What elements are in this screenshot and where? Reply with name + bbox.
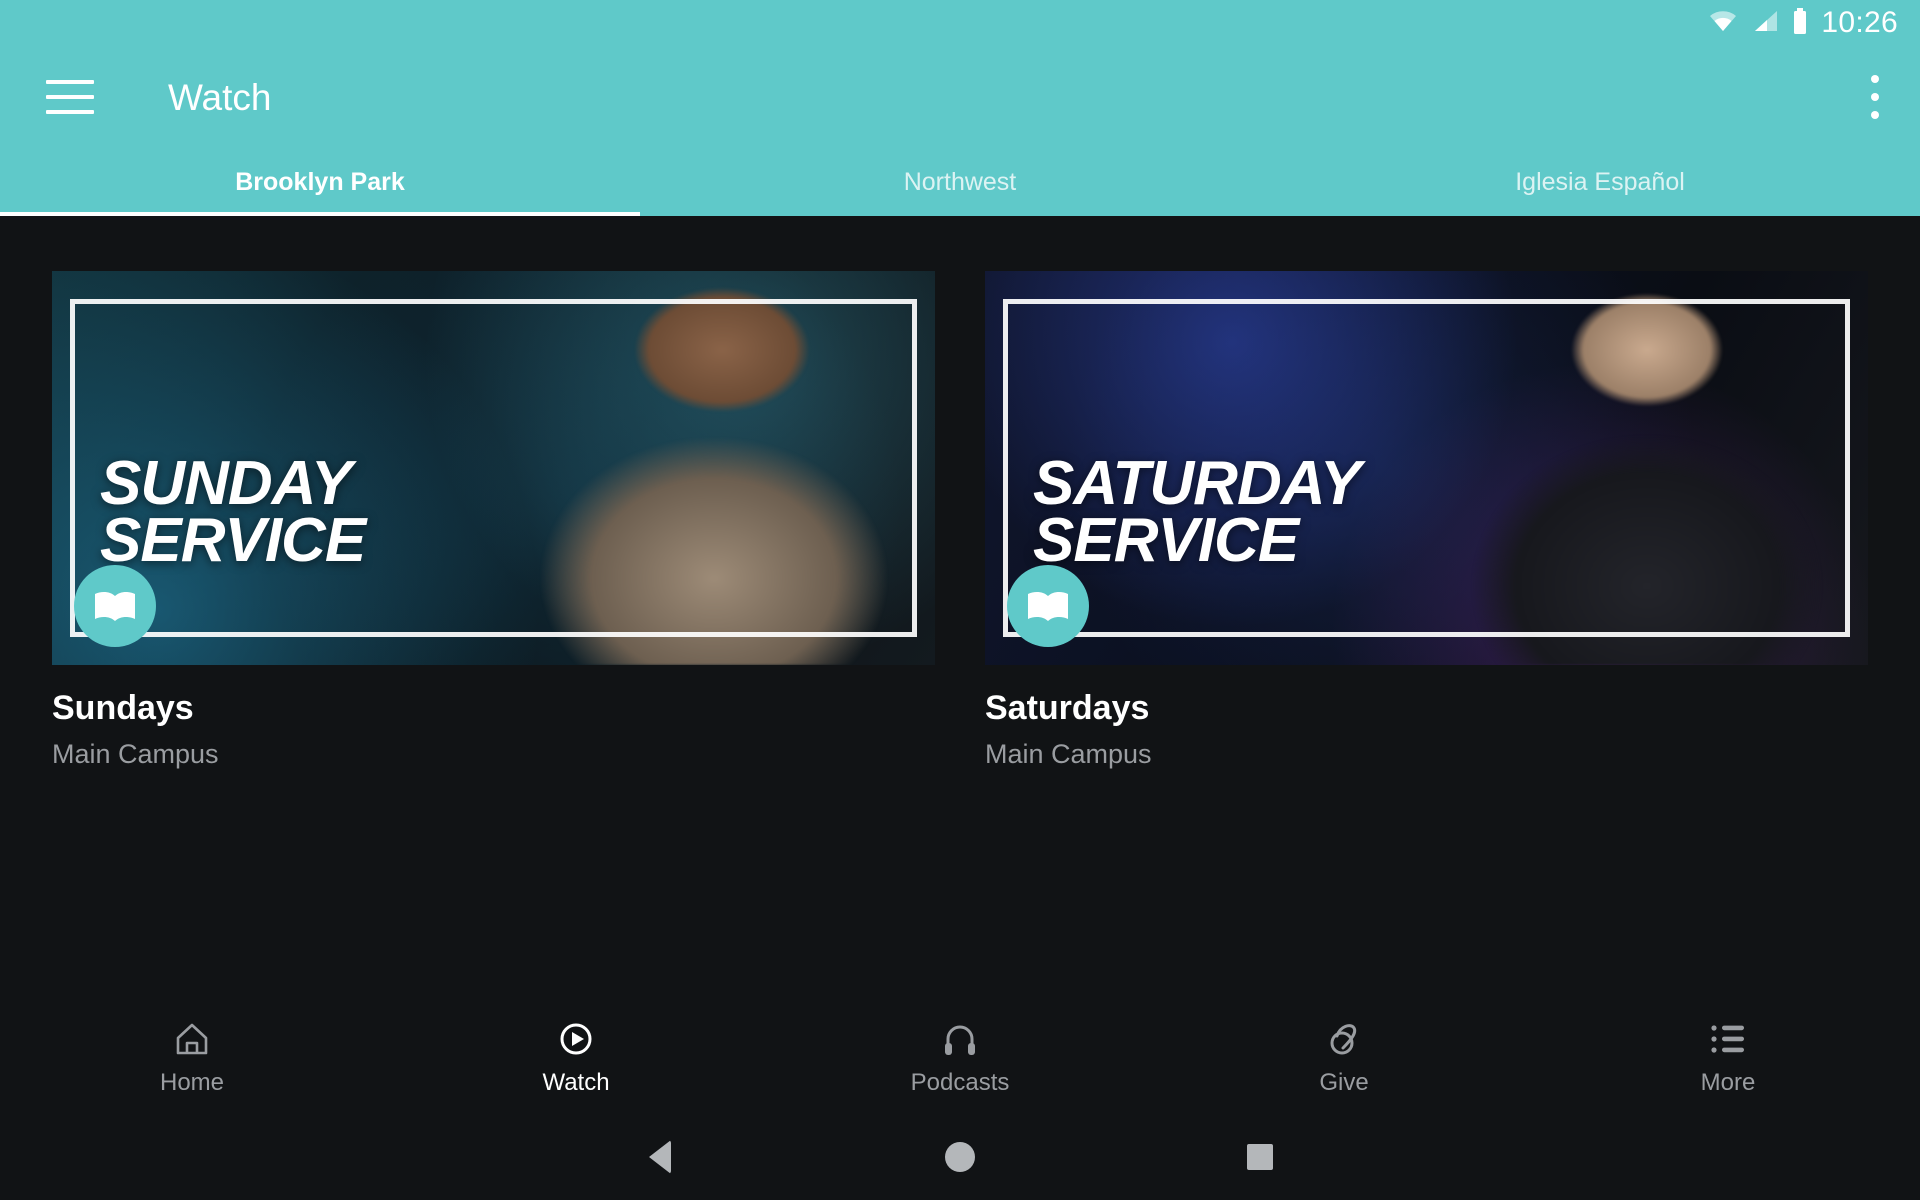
system-recents-button[interactable]	[1110, 1144, 1410, 1170]
nav-item-podcasts[interactable]: Podcasts	[768, 1018, 1152, 1095]
list-bullets-icon	[1708, 1018, 1748, 1060]
nav-item-label: Home	[159, 1068, 225, 1096]
nav-item-label: Watch	[542, 1068, 610, 1096]
nav-item-watch[interactable]: Watch	[384, 1018, 768, 1095]
bottom-navigation-bar: Home Watch Podcasts Give More	[0, 998, 1920, 1114]
tab-label: Northwest	[903, 167, 1017, 196]
headphones-icon	[940, 1018, 980, 1060]
video-thumbnail[interactable]: SATURDAY SERVICE	[985, 271, 1868, 665]
page-title: Watch	[168, 76, 272, 118]
video-card-sundays[interactable]: SUNDAY SERVICE Sundays Main Campus	[52, 271, 935, 768]
tab-label: Brooklyn Park	[235, 167, 405, 196]
nav-item-label: Give	[1319, 1068, 1369, 1096]
house-icon	[172, 1018, 212, 1060]
card-subtitle: Main Campus	[985, 739, 1152, 769]
overflow-menu-icon[interactable]	[1870, 75, 1880, 119]
card-title: Sundays	[52, 689, 194, 727]
open-book-icon	[74, 565, 156, 647]
android-system-navigation-bar	[0, 1114, 1920, 1200]
status-bar-clock: 10:26	[1821, 6, 1898, 39]
system-home-button[interactable]	[810, 1142, 1110, 1172]
hamburger-menu-icon[interactable]	[46, 80, 94, 114]
wifi-icon	[1708, 9, 1738, 38]
thumbnail-overlay-title: SUNDAY SERVICE	[100, 448, 366, 575]
tab-bar: Brooklyn Park Northwest Iglesia Español	[0, 148, 1920, 216]
tab-label: Iglesia Español	[1515, 167, 1685, 196]
app-screen: 10:26 Watch Brooklyn Park Northwest Igle…	[0, 0, 1920, 1200]
recents-square-icon	[1247, 1144, 1273, 1170]
card-title: Saturdays	[985, 689, 1150, 727]
video-thumbnail[interactable]: SUNDAY SERVICE	[52, 271, 935, 665]
nav-item-more[interactable]: More	[1536, 1018, 1920, 1095]
battery-icon	[1792, 7, 1808, 39]
back-triangle-icon	[649, 1140, 671, 1174]
card-subtitle: Main Campus	[52, 739, 219, 769]
tab-iglesia-espanol[interactable]: Iglesia Español	[1280, 148, 1920, 216]
thumbnail-overlay-title: SATURDAY SERVICE	[1033, 448, 1361, 575]
video-card-saturdays[interactable]: SATURDAY SERVICE Saturdays Main Campus	[985, 271, 1868, 768]
cellular-signal-icon	[1751, 9, 1779, 38]
giving-hand-icon	[1324, 1018, 1364, 1060]
home-circle-icon	[945, 1142, 975, 1172]
open-book-icon	[1007, 565, 1089, 647]
status-bar: 10:26	[0, 0, 1920, 46]
nav-item-home[interactable]: Home	[0, 1018, 384, 1095]
nav-item-label: More	[1700, 1068, 1756, 1096]
nav-item-give[interactable]: Give	[1152, 1018, 1536, 1095]
tab-brooklyn-park[interactable]: Brooklyn Park	[0, 148, 640, 216]
system-back-button[interactable]	[510, 1140, 810, 1174]
nav-item-label: Podcasts	[910, 1068, 1010, 1096]
content-area: SUNDAY SERVICE Sundays Main Campus SATUR…	[0, 216, 1920, 998]
video-card-list: SUNDAY SERVICE Sundays Main Campus SATUR…	[0, 216, 1920, 768]
tab-northwest[interactable]: Northwest	[640, 148, 1280, 216]
app-bar: Watch Brooklyn Park Northwest Iglesia Es…	[0, 46, 1920, 216]
play-circle-icon	[556, 1018, 596, 1060]
